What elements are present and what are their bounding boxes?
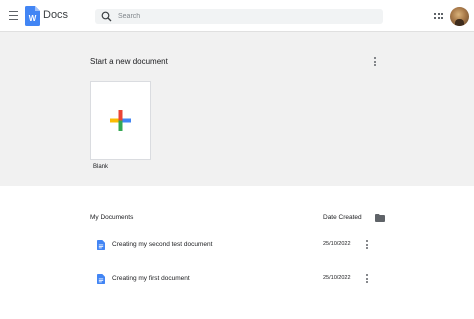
apps-grid-icon[interactable] bbox=[434, 13, 443, 20]
template-more-options-button[interactable] bbox=[371, 57, 379, 68]
blank-document-card[interactable] bbox=[90, 81, 151, 160]
template-gallery: Start a new document Blank bbox=[0, 32, 474, 186]
svg-text:W: W bbox=[29, 14, 37, 23]
docs-logo-icon[interactable]: W bbox=[25, 6, 40, 26]
more-vert-icon bbox=[365, 240, 369, 249]
blank-template-label: Blank bbox=[93, 164, 109, 170]
date-created-sort-button[interactable]: Date Created bbox=[323, 214, 362, 221]
document-icon bbox=[97, 240, 105, 250]
folder-icon[interactable] bbox=[375, 214, 385, 222]
document-more-options-button[interactable] bbox=[365, 240, 369, 250]
document-more-options-button[interactable] bbox=[365, 274, 369, 284]
plus-icon bbox=[110, 110, 131, 131]
more-vert-icon bbox=[371, 57, 379, 66]
document-icon bbox=[97, 274, 105, 284]
document-row[interactable]: Creating my first document 25/10/2022 bbox=[90, 269, 380, 291]
hamburger-menu-icon[interactable] bbox=[9, 11, 18, 20]
document-date: 25/10/2022 bbox=[323, 241, 351, 247]
search-bar[interactable] bbox=[95, 9, 383, 24]
gallery-title: Start a new document bbox=[90, 57, 168, 66]
my-documents-heading: My Documents bbox=[90, 214, 134, 221]
avatar[interactable] bbox=[450, 7, 469, 26]
document-row[interactable]: Creating my second test document 25/10/2… bbox=[90, 235, 380, 257]
search-icon[interactable] bbox=[101, 11, 112, 22]
document-title[interactable]: Creating my second test document bbox=[112, 241, 212, 248]
more-vert-icon bbox=[365, 274, 369, 283]
top-app-bar: W Docs bbox=[0, 0, 474, 32]
search-input[interactable] bbox=[118, 10, 368, 23]
document-title[interactable]: Creating my first document bbox=[112, 275, 190, 282]
app-title: Docs bbox=[43, 9, 69, 21]
document-date: 25/10/2022 bbox=[323, 275, 351, 281]
